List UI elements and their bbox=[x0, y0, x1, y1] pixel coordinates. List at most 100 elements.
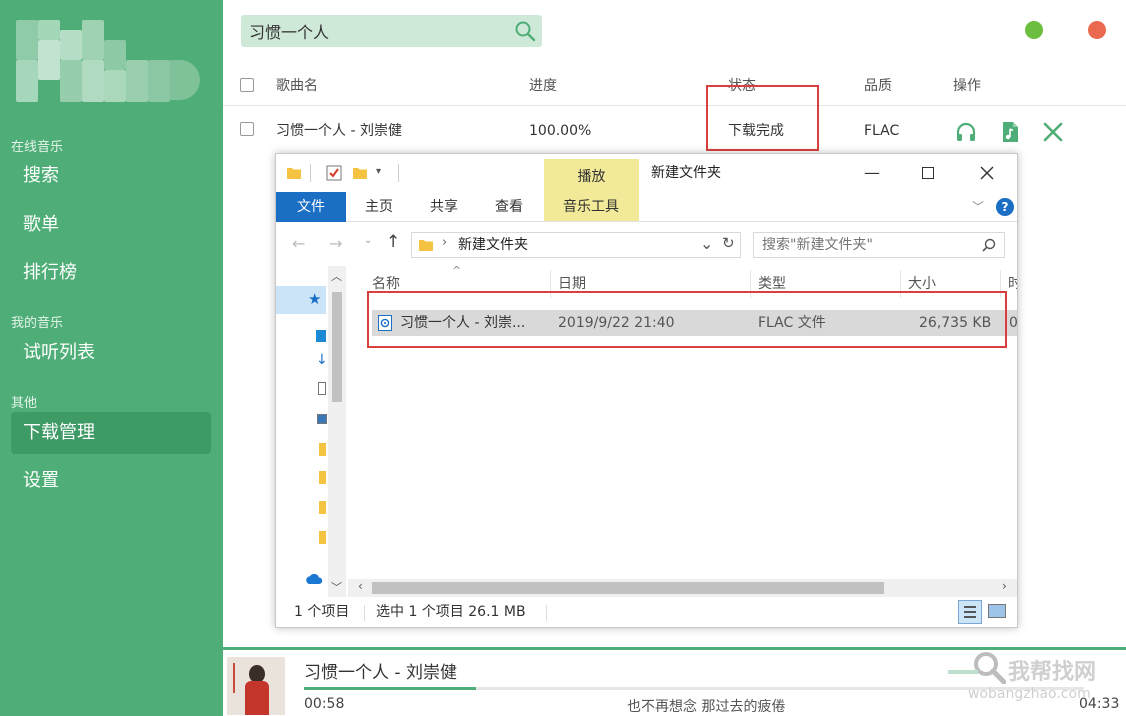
desktop-icon[interactable] bbox=[316, 330, 326, 342]
folder-icon bbox=[287, 168, 301, 179]
sidebar-item-playlists[interactable]: 歌单 bbox=[11, 204, 211, 246]
status-selection: 选中 1 个项目 26.1 MB bbox=[376, 604, 526, 620]
search-icon[interactable] bbox=[982, 238, 996, 252]
album-cover[interactable] bbox=[227, 657, 285, 715]
lyric-line: 也不再想念 那过去的疲倦 bbox=[627, 699, 786, 715]
download-table-header: 歌曲名 进度 状态 品质 操作 bbox=[223, 66, 1126, 106]
explorer-search-input[interactable] bbox=[754, 233, 974, 257]
search-bar bbox=[241, 15, 542, 47]
sidebar-item-charts[interactable]: 排行榜 bbox=[11, 252, 211, 294]
context-tab-play[interactable]: 播放 bbox=[544, 162, 639, 192]
header-quality: 品质 bbox=[864, 78, 892, 94]
file-extra: 0 bbox=[1009, 315, 1018, 331]
header-progress: 进度 bbox=[529, 78, 557, 94]
cover-artwork bbox=[233, 663, 245, 693]
avatar[interactable] bbox=[16, 20, 202, 102]
sidebar: 在线音乐 搜索 歌单 排行榜 我的音乐 试听列表 其他 下载管理 设置 bbox=[0, 0, 223, 716]
search-input[interactable] bbox=[241, 15, 506, 47]
sidebar-item-settings[interactable]: 设置 bbox=[11, 460, 211, 502]
folder-icon[interactable] bbox=[319, 531, 326, 544]
up-arrow-icon[interactable]: ↑ bbox=[386, 232, 400, 252]
back-arrow-icon[interactable]: ← bbox=[292, 234, 305, 253]
explorer-search-box[interactable] bbox=[753, 232, 1005, 258]
sidebar-item-preview-list[interactable]: 试听列表 bbox=[11, 332, 211, 374]
file-highlight-box bbox=[367, 291, 1007, 348]
quick-access-dropdown-icon[interactable]: ▾ bbox=[376, 166, 381, 177]
address-box[interactable]: › 新建文件夹 ⌄ ↻ bbox=[411, 232, 741, 258]
magnifier-logo-icon bbox=[974, 652, 1006, 684]
scroll-right-icon[interactable]: › bbox=[1002, 579, 1007, 593]
address-dropdown-icon[interactable]: ⌄ bbox=[700, 234, 713, 253]
ribbon-tabs: 文件 主页 共享 查看 音乐工具 ﹀ ? bbox=[276, 192, 1017, 222]
now-playing-title: 习惯一个人 - 刘崇健 bbox=[304, 663, 457, 683]
help-icon[interactable]: ? bbox=[996, 198, 1014, 216]
explorer-window-title: 新建文件夹 bbox=[651, 165, 721, 181]
sidebar-item-search[interactable]: 搜索 bbox=[11, 155, 211, 197]
folder-icon bbox=[419, 240, 433, 251]
section-online-music: 在线音乐 bbox=[11, 140, 64, 155]
watermark: 我帮找网 wobangzhao.com bbox=[948, 650, 1123, 712]
new-folder-icon[interactable] bbox=[352, 165, 368, 181]
pictures-icon[interactable] bbox=[317, 414, 327, 424]
documents-icon[interactable] bbox=[318, 382, 326, 395]
header-song-name: 歌曲名 bbox=[276, 78, 318, 94]
music-file-icon[interactable] bbox=[998, 120, 1022, 144]
window-maximize-button[interactable] bbox=[922, 167, 934, 179]
scroll-left-icon[interactable]: ‹ bbox=[358, 579, 363, 593]
delete-icon[interactable] bbox=[1041, 120, 1065, 144]
header-operations: 操作 bbox=[953, 78, 981, 94]
tab-music-tools[interactable]: 音乐工具 bbox=[548, 192, 634, 222]
scroll-up-icon[interactable]: ︿ bbox=[331, 268, 342, 284]
search-icon[interactable] bbox=[514, 20, 536, 42]
headphones-icon[interactable] bbox=[954, 120, 978, 144]
details-view-icon[interactable] bbox=[958, 600, 982, 624]
h-scroll-thumb[interactable] bbox=[372, 582, 884, 594]
sort-ascending-icon: ^ bbox=[452, 264, 462, 277]
status-item-count: 1 个项目 bbox=[294, 604, 350, 620]
tab-file[interactable]: 文件 bbox=[276, 192, 346, 222]
progress-fill bbox=[304, 687, 476, 690]
section-other: 其他 bbox=[11, 396, 38, 411]
refresh-icon[interactable]: ↻ bbox=[722, 234, 735, 252]
close-button[interactable] bbox=[1088, 21, 1106, 39]
address-bar-row: ← → ⌄ ↑ › 新建文件夹 ⌄ ↻ bbox=[276, 222, 1017, 266]
forward-arrow-icon[interactable]: → bbox=[329, 234, 342, 253]
folder-icon[interactable] bbox=[319, 443, 326, 456]
row-quality: FLAC bbox=[864, 123, 900, 139]
row-progress: 100.00% bbox=[529, 123, 592, 139]
tab-view[interactable]: 查看 bbox=[484, 192, 534, 222]
status-bar: 1 个项目 选中 1 个项目 26.1 MB bbox=[276, 597, 1017, 627]
status-highlight-box bbox=[706, 85, 819, 151]
section-my-music: 我的音乐 bbox=[11, 316, 64, 331]
navigation-pane: ★ ↓ ︿ ﹀ bbox=[276, 266, 346, 597]
elapsed-time: 00:58 bbox=[304, 696, 345, 712]
properties-icon[interactable] bbox=[326, 165, 342, 181]
sidebar-item-download-manager[interactable]: 下载管理 bbox=[11, 412, 211, 454]
tab-home[interactable]: 主页 bbox=[354, 192, 404, 222]
breadcrumb[interactable]: 新建文件夹 bbox=[458, 233, 528, 257]
downloads-icon[interactable]: ↓ bbox=[316, 352, 328, 368]
folder-icon[interactable] bbox=[319, 501, 326, 514]
select-all-checkbox[interactable] bbox=[240, 78, 254, 92]
row-song-name: 习惯一个人 - 刘崇健 bbox=[276, 123, 402, 139]
folder-icon[interactable] bbox=[319, 471, 326, 484]
watermark-url: wobangzhao.com bbox=[968, 686, 1091, 702]
explorer-title-bar: ▾ 播放 新建文件夹 — bbox=[276, 154, 1017, 222]
recent-locations-icon[interactable]: ⌄ bbox=[364, 235, 372, 246]
window-minimize-button[interactable]: — bbox=[858, 154, 886, 192]
ribbon-expand-icon[interactable]: ﹀ bbox=[972, 198, 984, 215]
watermark-text: 我帮找网 bbox=[1008, 660, 1097, 685]
scroll-down-icon[interactable]: ﹀ bbox=[331, 579, 342, 595]
onedrive-icon[interactable] bbox=[304, 572, 324, 586]
star-icon: ★ bbox=[308, 290, 322, 308]
minimize-button[interactable] bbox=[1025, 21, 1043, 39]
cover-artwork bbox=[245, 681, 269, 715]
breadcrumb-chevron-icon: › bbox=[442, 235, 448, 250]
window-close-button[interactable] bbox=[980, 166, 994, 180]
tab-share[interactable]: 共享 bbox=[419, 192, 469, 222]
row-checkbox[interactable] bbox=[240, 122, 254, 136]
watermark-line bbox=[948, 670, 978, 674]
nav-scroll-thumb[interactable] bbox=[332, 292, 342, 402]
large-icons-view-icon[interactable] bbox=[988, 604, 1006, 618]
table-row[interactable]: 习惯一个人 - 刘崇健 100.00% 下载完成 FLAC bbox=[223, 111, 1126, 151]
